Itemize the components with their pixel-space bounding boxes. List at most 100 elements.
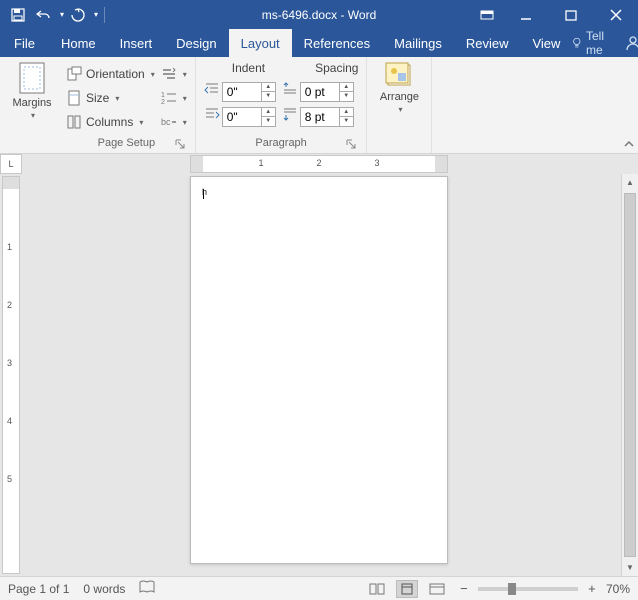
document-canvas[interactable] (20, 174, 621, 576)
maximize-button[interactable] (548, 0, 593, 29)
zoom-slider[interactable] (478, 587, 578, 591)
tab-home[interactable]: Home (49, 29, 108, 57)
group-paragraph: Indent Spacing ▲▼ ▲▼ (196, 57, 368, 153)
line-numbers-button[interactable]: 12▾ (161, 87, 187, 109)
zoom-in-button[interactable]: + (584, 581, 600, 597)
scroll-up-button[interactable]: ▲ (622, 174, 638, 191)
tab-insert[interactable]: Insert (108, 29, 165, 57)
chevron-down-icon: ▾ (115, 94, 119, 103)
vruler-mark: 1 (7, 242, 12, 252)
spacing-after-value[interactable] (301, 110, 339, 124)
scroll-thumb[interactable] (624, 193, 636, 557)
spin-down[interactable]: ▼ (262, 117, 275, 126)
close-button[interactable] (593, 0, 638, 29)
spin-up[interactable]: ▲ (340, 108, 353, 117)
zoom-out-button[interactable]: − (456, 581, 472, 597)
arrange-icon (384, 61, 414, 89)
chevron-down-icon: ▾ (183, 118, 187, 127)
minimize-button[interactable] (503, 0, 548, 29)
indent-left-input[interactable]: ▲▼ (222, 82, 276, 102)
zoom-control: − + 70% (456, 581, 630, 597)
zoom-value[interactable]: 70% (606, 582, 630, 596)
tab-selector[interactable]: L (0, 154, 22, 174)
tab-view[interactable]: View (520, 29, 572, 57)
vruler-mark: 2 (7, 300, 12, 310)
ribbon-options-button[interactable] (471, 0, 503, 29)
undo-dropdown-icon[interactable]: ▾ (60, 10, 64, 19)
margins-button[interactable]: Margins ▾ (8, 61, 56, 120)
status-bar: Page 1 of 1 0 words − + 70% (0, 576, 638, 600)
qat-customize-icon[interactable]: ▾ (94, 10, 98, 19)
qat-separator (104, 7, 105, 23)
hyphenation-icon: bc (161, 114, 177, 130)
web-layout-button[interactable] (426, 580, 448, 598)
chevron-down-icon: ▾ (139, 118, 143, 127)
spin-up[interactable]: ▲ (262, 108, 275, 117)
word-count[interactable]: 0 words (83, 582, 125, 596)
save-button[interactable] (6, 3, 30, 27)
chevron-up-icon (624, 140, 634, 148)
collapse-ribbon-button[interactable] (624, 140, 634, 151)
account-button[interactable] (622, 29, 638, 57)
tab-design[interactable]: Design (164, 29, 228, 57)
spacing-after-input[interactable]: ▲▼ (300, 107, 354, 127)
dialog-launcher-icon (175, 139, 185, 149)
size-icon (66, 90, 82, 106)
redo-button[interactable] (66, 3, 90, 27)
size-button[interactable]: Size ▾ (66, 87, 155, 109)
ruler-mark: 2 (316, 158, 321, 168)
orientation-button[interactable]: Orientation ▾ (66, 63, 155, 85)
indent-left-icon (204, 81, 220, 102)
spacing-before-value[interactable] (301, 85, 339, 99)
vertical-ruler[interactable]: 1 2 3 4 5 (2, 176, 20, 574)
spellcheck-button[interactable] (139, 580, 155, 597)
spacing-before-icon (282, 81, 298, 102)
tab-references[interactable]: References (292, 29, 382, 57)
group-page-setup: Orientation ▾ Size ▾ Columns ▾ ▾ 12▾ bc▾ (58, 57, 196, 153)
columns-button[interactable]: Columns ▾ (66, 111, 155, 133)
title-bar: ▾ ▾ ms-6496.docx - Word (0, 0, 638, 29)
indent-left-value[interactable] (223, 85, 261, 99)
horizontal-ruler[interactable]: 1 2 3 (190, 155, 448, 173)
paragraph-launcher[interactable] (344, 137, 358, 151)
hyphenation-button[interactable]: bc ▾ (161, 111, 187, 133)
spin-up[interactable]: ▲ (340, 83, 353, 92)
dialog-launcher-icon (346, 139, 356, 149)
vertical-scrollbar[interactable]: ▲ ▼ (621, 174, 638, 576)
tab-file[interactable]: File (0, 29, 49, 57)
print-layout-icon (400, 583, 414, 595)
svg-text:2: 2 (161, 99, 165, 106)
document-area: 1 2 3 4 5 ▲ ▼ (0, 174, 638, 576)
arrange-label: Arrange (380, 91, 419, 103)
indent-right-value[interactable] (223, 110, 261, 124)
tab-mailings[interactable]: Mailings (382, 29, 454, 57)
scroll-down-button[interactable]: ▼ (622, 559, 638, 576)
page-indicator[interactable]: Page 1 of 1 (8, 582, 69, 596)
spin-down[interactable]: ▼ (262, 92, 275, 101)
spin-down[interactable]: ▼ (340, 117, 353, 126)
arrange-button[interactable]: Arrange ▾ (375, 61, 423, 114)
breaks-button[interactable]: ▾ (161, 63, 187, 85)
spin-up[interactable]: ▲ (262, 83, 275, 92)
tab-review[interactable]: Review (454, 29, 521, 57)
zoom-handle[interactable] (508, 583, 516, 595)
orientation-icon (66, 66, 82, 82)
spacing-after-icon (282, 106, 298, 127)
page-setup-launcher[interactable] (173, 137, 187, 151)
chevron-down-icon: ▾ (183, 70, 187, 79)
chevron-down-icon: ▾ (183, 94, 187, 103)
window-controls (471, 0, 638, 29)
spin-down[interactable]: ▼ (340, 92, 353, 101)
vruler-mark: 5 (7, 474, 12, 484)
tell-me-search[interactable]: Tell me (572, 29, 616, 57)
svg-text:bc: bc (161, 117, 171, 127)
text-cursor (203, 189, 204, 199)
page[interactable] (190, 176, 448, 564)
tab-layout[interactable]: Layout (229, 29, 292, 57)
print-layout-button[interactable] (396, 580, 418, 598)
read-mode-button[interactable] (366, 580, 388, 598)
ruler-mark: 3 (374, 158, 379, 168)
spacing-before-input[interactable]: ▲▼ (300, 82, 354, 102)
indent-right-input[interactable]: ▲▼ (222, 107, 276, 127)
undo-button[interactable] (32, 3, 56, 27)
